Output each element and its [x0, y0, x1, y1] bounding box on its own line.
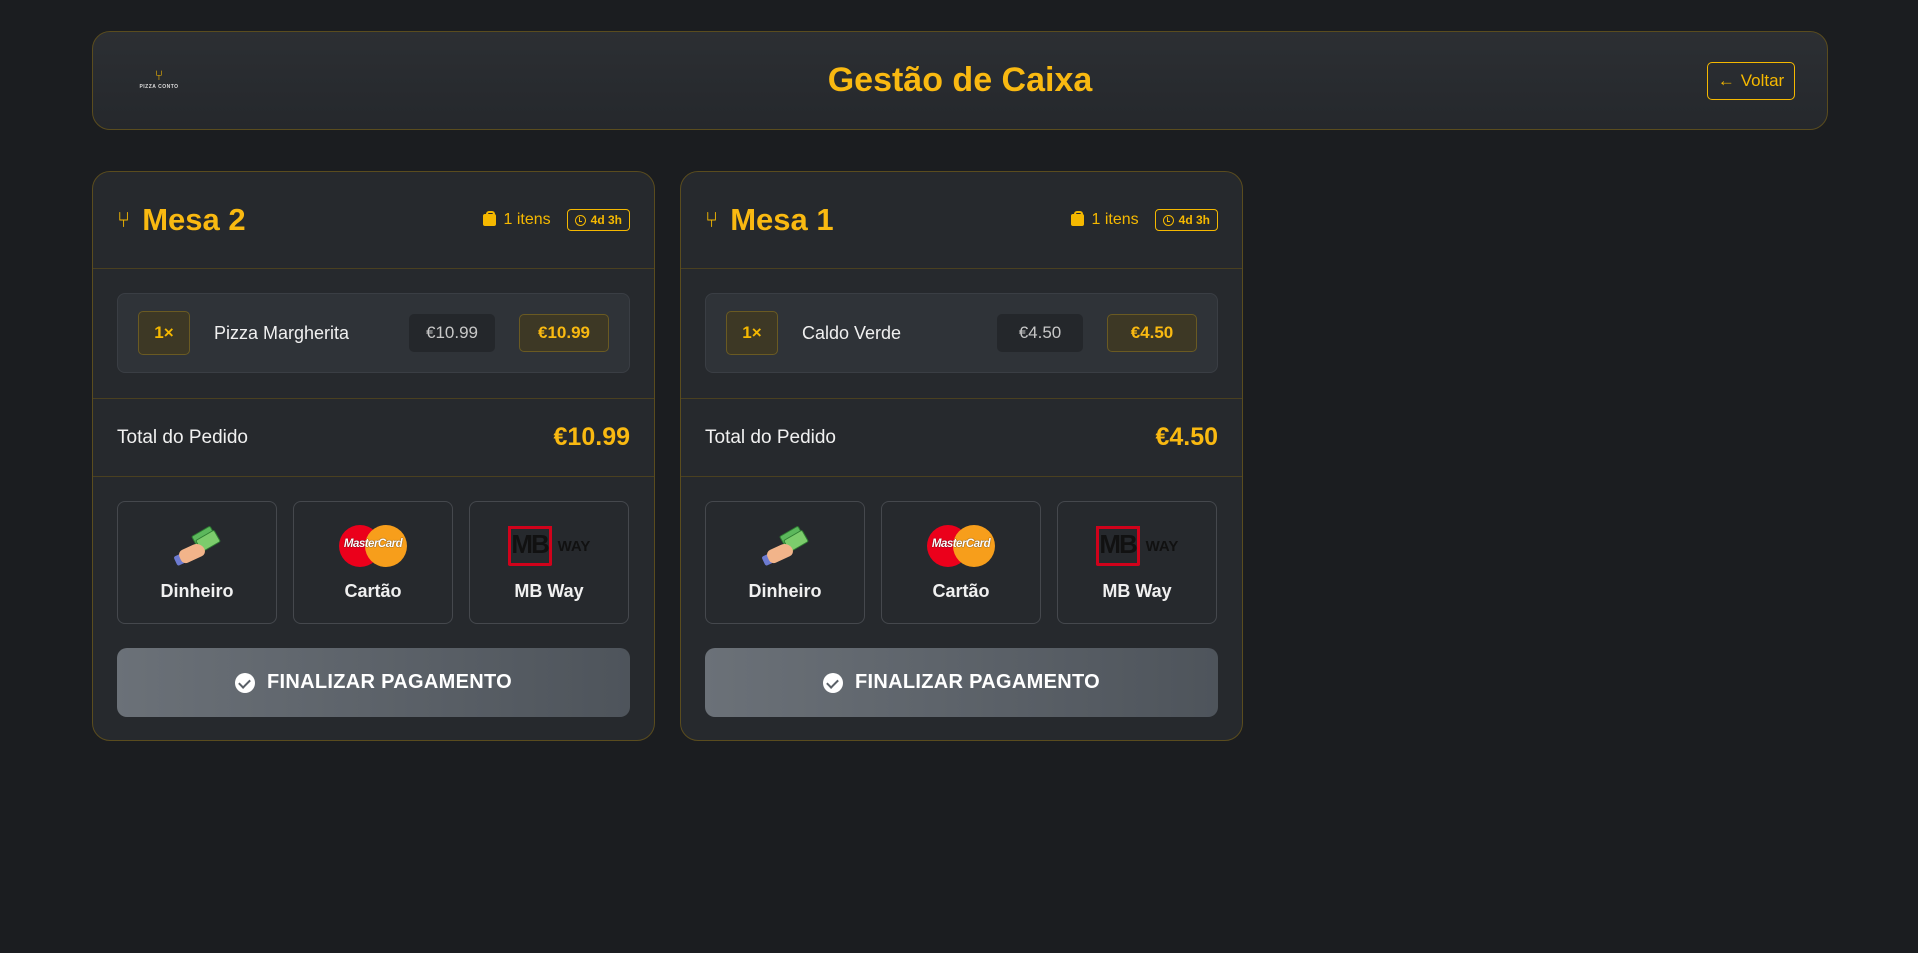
order-total: Total do Pedido €10.99	[93, 399, 654, 477]
logo-text: PIZZA CONTO	[139, 84, 179, 90]
items-count: 1 itens	[482, 211, 551, 229]
fork-knife-icon: ⑂	[154, 67, 164, 83]
payment-label: Dinheiro	[160, 581, 234, 601]
pay-card-button[interactable]: MasterCard Cartão	[881, 501, 1041, 624]
payment-label: Cartão	[344, 581, 402, 601]
logo: ⑂ PIZZA CONTO	[139, 68, 179, 96]
unit-price: €4.50	[997, 314, 1083, 352]
finalize-label: FINALIZAR PAGAMENTO	[855, 671, 1100, 693]
shopping-bag-icon	[482, 211, 496, 226]
items-list: 1× Pizza Margherita €10.99 €10.99	[93, 269, 654, 399]
pay-cash-button[interactable]: Dinheiro	[705, 501, 865, 624]
item-name: Pizza Margherita	[214, 322, 350, 343]
items-count-label: 1 itens	[1091, 211, 1139, 228]
time-label: 4d 3h	[590, 213, 622, 227]
list-item: 1× Caldo Verde €4.50 €4.50	[705, 293, 1218, 373]
time-badge: 4d 3h	[566, 209, 630, 231]
payment-section: Dinheiro MasterCard Cartão MB WAY MB Way …	[93, 477, 654, 717]
time-label: 4d 3h	[1178, 213, 1210, 227]
back-button-label: Voltar	[1740, 71, 1785, 90]
page-title: Gestão de Caixa	[827, 61, 1093, 99]
check-circle-icon	[823, 672, 844, 693]
shopping-bag-icon	[1070, 211, 1084, 226]
mastercard-icon: MasterCard	[339, 523, 407, 569]
pay-card-button[interactable]: MasterCard Cartão	[293, 501, 453, 624]
payment-label: MB Way	[514, 581, 584, 601]
back-button[interactable]: ← Voltar	[1707, 62, 1795, 100]
quantity-badge: 1×	[138, 311, 190, 355]
finalize-payment-button[interactable]: FINALIZAR PAGAMENTO	[117, 648, 630, 717]
total-label: Total do Pedido	[705, 426, 836, 448]
payment-options: Dinheiro MasterCard Cartão MB WAY MB Way	[117, 501, 630, 624]
card-meta: 1 itens 4d 3h	[482, 209, 630, 231]
payment-label: Dinheiro	[748, 581, 822, 601]
items-list: 1× Caldo Verde €4.50 €4.50	[681, 269, 1242, 399]
payment-label: MB Way	[1102, 581, 1172, 601]
pay-mbway-button[interactable]: MB WAY MB Way	[1057, 501, 1217, 624]
card-header: ⑂ Mesa 1 1 itens 4d 3h	[681, 172, 1242, 269]
utensils-icon: ⑂	[705, 207, 719, 232]
total-label: Total do Pedido	[117, 426, 248, 448]
pay-cash-button[interactable]: Dinheiro	[117, 501, 277, 624]
table-name: Mesa 1	[730, 202, 834, 237]
utensils-icon: ⑂	[117, 207, 131, 232]
clock-icon	[574, 214, 586, 226]
table-name: Mesa 2	[142, 202, 246, 237]
payment-options: Dinheiro MasterCard Cartão MB WAY MB Way	[705, 501, 1218, 624]
card-header: ⑂ Mesa 2 1 itens 4d 3h	[93, 172, 654, 269]
mbway-icon: MB WAY	[1095, 523, 1178, 569]
unit-price: €10.99	[409, 314, 495, 352]
cash-icon	[173, 523, 222, 569]
order-total: Total do Pedido €4.50	[681, 399, 1242, 477]
time-badge: 4d 3h	[1154, 209, 1218, 231]
card-title: ⑂ Mesa 2	[117, 202, 246, 238]
total-value: €10.99	[553, 423, 630, 451]
check-circle-icon	[235, 672, 256, 693]
header-bar: ⑂ PIZZA CONTO Gestão de Caixa ← Voltar	[92, 31, 1828, 130]
line-total: €10.99	[519, 314, 609, 352]
card-meta: 1 itens 4d 3h	[1070, 209, 1218, 231]
mastercard-icon: MasterCard	[927, 523, 995, 569]
item-name: Caldo Verde	[802, 322, 902, 343]
finalize-payment-button[interactable]: FINALIZAR PAGAMENTO	[705, 648, 1218, 717]
pay-mbway-button[interactable]: MB WAY MB Way	[469, 501, 629, 624]
items-count-label: 1 itens	[503, 211, 551, 228]
cash-icon	[761, 523, 810, 569]
finalize-label: FINALIZAR PAGAMENTO	[267, 671, 512, 693]
items-count: 1 itens	[1070, 211, 1139, 229]
order-card: ⑂ Mesa 2 1 itens 4d 3h 1× Pizza Margheri…	[92, 171, 655, 741]
mbway-icon: MB WAY	[507, 523, 590, 569]
payment-label: Cartão	[932, 581, 990, 601]
quantity-badge: 1×	[726, 311, 778, 355]
list-item: 1× Pizza Margherita €10.99 €10.99	[117, 293, 630, 373]
order-card: ⑂ Mesa 1 1 itens 4d 3h 1× Caldo Verde €4…	[680, 171, 1243, 741]
payment-section: Dinheiro MasterCard Cartão MB WAY MB Way …	[681, 477, 1242, 717]
arrow-left-icon: ←	[1717, 71, 1735, 90]
card-title: ⑂ Mesa 1	[705, 202, 834, 238]
clock-icon	[1162, 214, 1174, 226]
line-total: €4.50	[1107, 314, 1197, 352]
total-value: €4.50	[1155, 423, 1218, 451]
